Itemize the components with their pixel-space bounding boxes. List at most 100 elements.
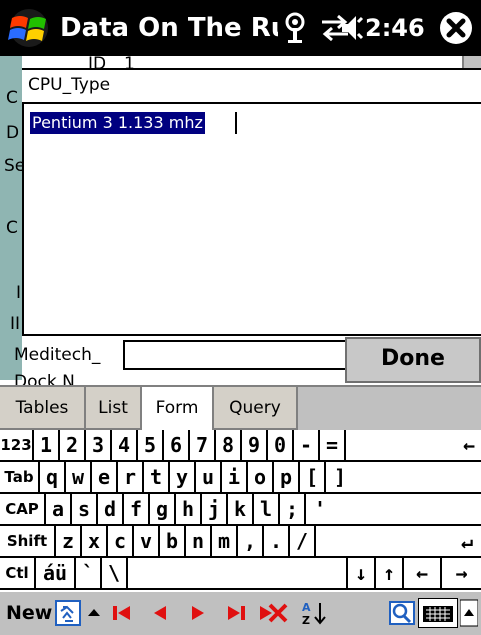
key-enter[interactable]: ↵ bbox=[316, 526, 481, 556]
scroll-up-icon[interactable] bbox=[84, 598, 104, 628]
key-b[interactable]: b bbox=[160, 526, 186, 556]
key-w[interactable]: w bbox=[66, 462, 92, 492]
text-caret bbox=[235, 112, 237, 134]
key-h[interactable]: h bbox=[176, 494, 202, 524]
key-c[interactable]: c bbox=[108, 526, 134, 556]
command-bar: New A Z bbox=[0, 590, 481, 635]
key-equals[interactable]: = bbox=[320, 430, 346, 460]
form-value-id: 1 bbox=[124, 54, 135, 68]
key-p[interactable]: p bbox=[274, 462, 300, 492]
key-r[interactable]: r bbox=[118, 462, 144, 492]
form-view-icon[interactable] bbox=[54, 598, 82, 628]
key-0[interactable]: 0 bbox=[268, 430, 294, 460]
key-semicolon[interactable]: ; bbox=[280, 494, 306, 524]
key-4[interactable]: 4 bbox=[112, 430, 138, 460]
key-l[interactable]: l bbox=[254, 494, 280, 524]
key-backspace[interactable]: ← bbox=[346, 430, 481, 460]
form-label-partial: II bbox=[10, 314, 21, 334]
key-2[interactable]: 2 bbox=[60, 430, 86, 460]
first-record-icon[interactable] bbox=[108, 598, 136, 628]
key-minus[interactable]: - bbox=[294, 430, 320, 460]
key-right-bracket[interactable]: ] bbox=[326, 462, 481, 492]
key-q[interactable]: q bbox=[40, 462, 66, 492]
key-international[interactable]: áü bbox=[36, 558, 76, 588]
key-z[interactable]: z bbox=[56, 526, 82, 556]
form-label-partial: C bbox=[6, 218, 18, 238]
key-space[interactable] bbox=[128, 558, 348, 588]
find-icon[interactable] bbox=[388, 598, 416, 628]
speaker-icon[interactable] bbox=[338, 10, 366, 46]
key-y[interactable]: y bbox=[170, 462, 196, 492]
new-record-button[interactable]: New bbox=[6, 600, 52, 626]
key-i[interactable]: i bbox=[222, 462, 248, 492]
key-e[interactable]: e bbox=[92, 462, 118, 492]
key-m[interactable]: m bbox=[212, 526, 238, 556]
keyboard-row-4: Shift z x c v b n m , . / ↵ bbox=[0, 526, 481, 558]
key-u[interactable]: u bbox=[196, 462, 222, 492]
key-x[interactable]: x bbox=[82, 526, 108, 556]
key-comma[interactable]: , bbox=[238, 526, 264, 556]
key-g[interactable]: g bbox=[150, 494, 176, 524]
keyboard-row-5: Ctl áü ` \ ↓ ↑ ← → bbox=[0, 558, 481, 590]
key-s[interactable]: s bbox=[72, 494, 98, 524]
key-right[interactable]: → bbox=[442, 558, 481, 588]
key-left-bracket[interactable]: [ bbox=[300, 462, 326, 492]
key-7[interactable]: 7 bbox=[190, 430, 216, 460]
tab-tables[interactable]: Tables bbox=[0, 387, 86, 430]
meditech-input[interactable] bbox=[123, 340, 345, 370]
edit-field-name: CPU_Type bbox=[22, 68, 481, 104]
keyboard-row-2: Tab q w e r t y u i o p [ ] bbox=[0, 462, 481, 494]
input-menu-arrow-icon[interactable] bbox=[460, 598, 478, 628]
delete-record-icon[interactable] bbox=[256, 598, 290, 628]
key-slash[interactable]: / bbox=[290, 526, 316, 556]
tab-query[interactable]: Query bbox=[214, 387, 298, 430]
key-n[interactable]: n bbox=[186, 526, 212, 556]
soft-keyboard: 123 1 2 3 4 5 6 7 8 9 0 - = ← Tab q w e … bbox=[0, 430, 481, 590]
last-record-icon[interactable] bbox=[222, 598, 250, 628]
key-f[interactable]: f bbox=[124, 494, 150, 524]
key-left[interactable]: ← bbox=[404, 558, 442, 588]
tab-form[interactable]: Form bbox=[142, 387, 214, 432]
selected-field-value[interactable]: Pentium 3 1.133 mhz bbox=[30, 112, 205, 134]
key-3[interactable]: 3 bbox=[86, 430, 112, 460]
start-flag-icon[interactable] bbox=[6, 8, 52, 48]
window-title: Data On The Run bbox=[60, 13, 278, 43]
key-t[interactable]: t bbox=[144, 462, 170, 492]
key-k[interactable]: k bbox=[228, 494, 254, 524]
form-label-id: ID bbox=[88, 54, 107, 68]
key-backslash[interactable]: \ bbox=[102, 558, 128, 588]
key-backtick[interactable]: ` bbox=[76, 558, 102, 588]
key-up[interactable]: ↑ bbox=[376, 558, 404, 588]
key-caps[interactable]: CAP bbox=[0, 494, 46, 524]
next-record-icon[interactable] bbox=[184, 598, 212, 628]
key-o[interactable]: o bbox=[248, 462, 274, 492]
key-j[interactable]: j bbox=[202, 494, 228, 524]
title-bar: Data On The Run 2:46 bbox=[0, 0, 481, 56]
key-shift[interactable]: Shift bbox=[0, 526, 56, 556]
key-8[interactable]: 8 bbox=[216, 430, 242, 460]
form-label-partial: D bbox=[6, 123, 20, 143]
key-tab[interactable]: Tab bbox=[0, 462, 40, 492]
key-9[interactable]: 9 bbox=[242, 430, 268, 460]
key-123[interactable]: 123 bbox=[0, 430, 34, 460]
key-v[interactable]: v bbox=[134, 526, 160, 556]
sort-icon[interactable]: A Z bbox=[300, 598, 328, 628]
key-1[interactable]: 1 bbox=[34, 430, 60, 460]
done-button[interactable]: Done bbox=[345, 337, 481, 383]
tab-list[interactable]: List bbox=[86, 387, 142, 430]
close-icon[interactable] bbox=[438, 10, 474, 46]
edit-field-textarea[interactable]: Pentium 3 1.133 mhz bbox=[22, 104, 481, 336]
antenna-icon[interactable] bbox=[278, 10, 312, 46]
key-a[interactable]: a bbox=[46, 494, 72, 524]
form-label-partial: Se bbox=[4, 156, 22, 176]
key-down[interactable]: ↓ bbox=[348, 558, 376, 588]
key-period[interactable]: . bbox=[264, 526, 290, 556]
keyboard-icon[interactable] bbox=[418, 598, 458, 628]
key-d[interactable]: d bbox=[98, 494, 124, 524]
key-5[interactable]: 5 bbox=[138, 430, 164, 460]
key-ctrl[interactable]: Ctl bbox=[0, 558, 36, 588]
key-6[interactable]: 6 bbox=[164, 430, 190, 460]
previous-record-icon[interactable] bbox=[146, 598, 174, 628]
clock[interactable]: 2:46 bbox=[365, 8, 425, 48]
key-apostrophe[interactable]: ' bbox=[306, 494, 481, 524]
